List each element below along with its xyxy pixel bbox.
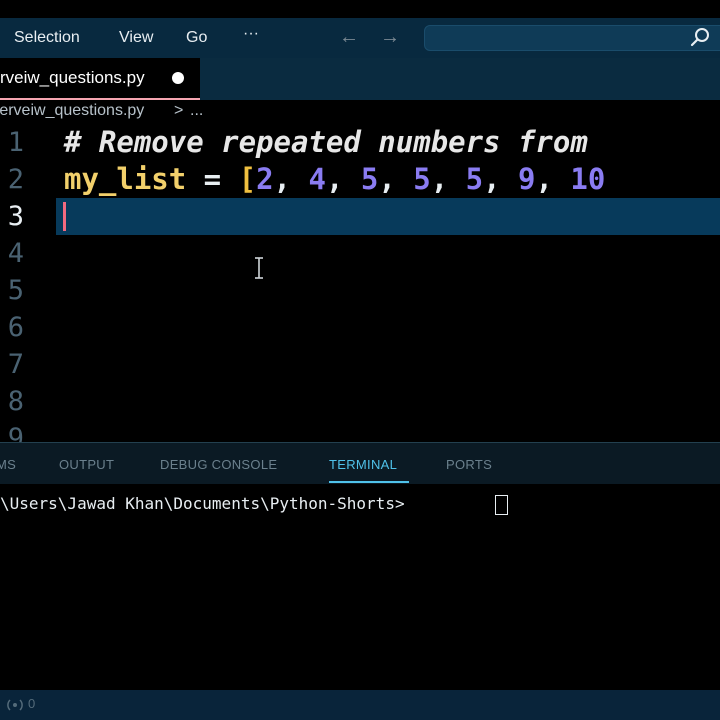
terminal-cursor — [495, 495, 508, 515]
line-number: 4 — [7, 238, 24, 269]
code-number: 2 — [256, 162, 274, 196]
code-comma: , — [430, 162, 466, 196]
line-number: 1 — [7, 127, 24, 158]
code-list-assignment: my_list = [2, 4, 5, 5, 5, 9, 10 — [64, 161, 605, 198]
code-line-current: 3 — [0, 198, 720, 235]
terminal-panel[interactable]: \Users\Jawad Khan\Documents\Python-Short… — [0, 484, 720, 690]
tab-ports[interactable]: PORTS — [446, 457, 492, 472]
current-line-highlight — [56, 198, 720, 235]
line-number: 9 — [7, 423, 24, 442]
line-number: 6 — [7, 312, 24, 343]
code-comma: , — [378, 162, 414, 196]
search-icon[interactable] — [689, 27, 711, 49]
code-line: 4 — [0, 235, 720, 272]
code-comma: , — [325, 162, 361, 196]
code-editor[interactable]: 1 # Remove repeated numbers from 2 my_li… — [0, 124, 720, 442]
code-line: 9 — [0, 420, 720, 442]
code-number: 5 — [360, 162, 379, 196]
tab-output[interactable]: OUTPUT — [59, 457, 114, 472]
line-number-active: 3 — [7, 201, 24, 232]
title-bar: Selection View Go ··· ← → — [0, 18, 720, 58]
code-line: 6 — [0, 309, 720, 346]
code-comma: , — [483, 162, 519, 196]
code-variable: my_list — [64, 162, 187, 196]
editor-tab-bar: rveiw_questions.py — [0, 58, 720, 100]
tab-problems[interactable]: MS — [0, 457, 16, 472]
line-number: 2 — [7, 164, 24, 195]
code-number: 4 — [308, 162, 326, 196]
tab-label: rveiw_questions.py — [0, 68, 145, 87]
status-bar: 0 — [0, 690, 720, 720]
back-arrow-icon[interactable]: ← — [339, 25, 359, 49]
breadcrumb: rverveiw_questions.py > ... — [0, 100, 720, 124]
line-number: 5 — [7, 275, 24, 306]
line-number: 8 — [7, 386, 24, 417]
code-number: 10 — [570, 162, 606, 196]
code-line: 1 # Remove repeated numbers from — [0, 124, 720, 161]
code-line: 7 — [0, 346, 720, 383]
command-center-search[interactable] — [424, 25, 720, 51]
code-number: 9 — [518, 162, 536, 196]
ports-broadcast-icon[interactable] — [6, 697, 24, 713]
unsaved-dot-icon[interactable] — [172, 72, 184, 84]
breadcrumb-more[interactable]: ... — [190, 102, 203, 120]
forward-arrow-icon[interactable]: → — [380, 25, 400, 49]
editor-tab-active[interactable]: rveiw_questions.py — [0, 58, 200, 100]
menu-go[interactable]: Go — [186, 27, 207, 49]
panel-tab-bar: MS OUTPUT DEBUG CONSOLE TERMINAL PORTS — [0, 442, 720, 484]
code-comma: , — [273, 162, 309, 196]
tab-debug-console[interactable]: DEBUG CONSOLE — [160, 457, 277, 472]
code-line: 8 — [0, 383, 720, 420]
breadcrumb-file[interactable]: rverveiw_questions.py — [0, 102, 144, 120]
status-count[interactable]: 0 — [28, 696, 35, 711]
code-line: 5 — [0, 272, 720, 309]
menu-more-icon[interactable]: ··· — [243, 23, 259, 45]
active-tab-indicator — [329, 481, 409, 483]
code-number: 5 — [413, 162, 431, 196]
code-line: 2 my_list = [2, 4, 5, 5, 5, 9, 10 — [0, 161, 720, 198]
breadcrumb-separator: > — [174, 102, 184, 119]
line-number: 7 — [7, 349, 24, 380]
terminal-prompt: \Users\Jawad Khan\Documents\Python-Short… — [0, 494, 415, 513]
code-comma: , — [535, 162, 571, 196]
menu-view[interactable]: View — [119, 27, 153, 49]
menu-selection[interactable]: Selection — [14, 27, 80, 49]
top-strip — [0, 0, 720, 18]
ibeam-cursor-icon — [255, 257, 263, 279]
tab-terminal[interactable]: TERMINAL — [329, 457, 397, 472]
code-comment: # Remove repeated numbers from — [64, 125, 588, 159]
code-bracket: [ — [238, 162, 257, 196]
text-caret — [63, 202, 66, 231]
code-operator: = — [186, 162, 239, 196]
code-number: 5 — [465, 162, 484, 196]
